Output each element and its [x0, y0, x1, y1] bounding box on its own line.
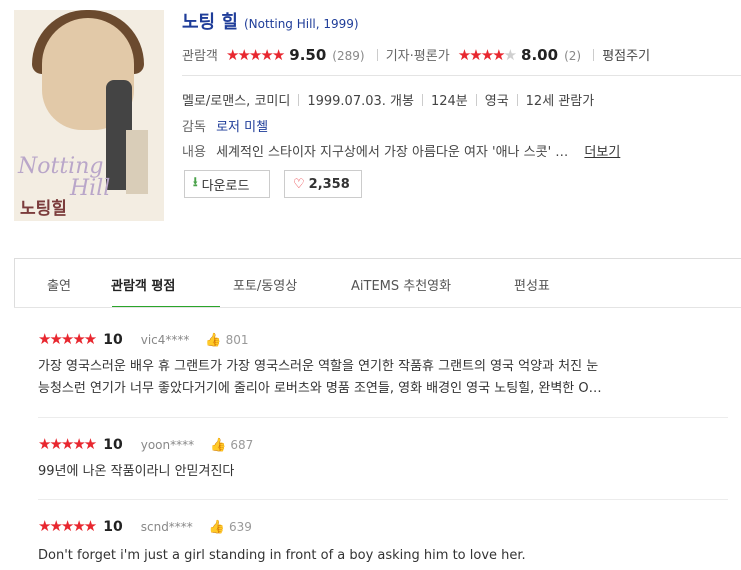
review-likes: 801	[225, 333, 249, 347]
star-icon: ★★★★★	[38, 435, 97, 453]
review-score: 10	[103, 332, 123, 348]
review-stars: ★★★★★	[38, 517, 97, 535]
thumbs-up-icon[interactable]: 👍	[205, 333, 221, 348]
review-text[interactable]: 99년에 나온 작품이라니 안믿겨진다	[38, 461, 728, 483]
star-empty-icon: ★	[503, 46, 518, 64]
audience-count: (289)	[332, 49, 365, 63]
tab-bar: 출연 관람객 평점 포토/동영상 AiTEMS 추천영화 편성표	[14, 258, 741, 308]
plot-row: 내용 세계적인 스타이자 지구상에서 가장 아름다운 여자 '애나 스콧' … …	[182, 141, 620, 160]
info-row: 멜로/로맨스, 코미디 1999.07.03. 개봉 124분 영국 12세 관람가	[182, 90, 594, 109]
heart-icon: ♡	[293, 176, 305, 192]
poster-legs	[126, 130, 148, 194]
poster-title-2: Hill	[70, 176, 111, 201]
review-text-line: Don't forget i'm just a girl standing in…	[38, 548, 526, 563]
review-divider	[38, 499, 728, 500]
download-button[interactable]: ⭳ 다운로드	[184, 170, 270, 198]
review-likes: 687	[230, 438, 254, 452]
genre[interactable]: 멜로/로맨스, 코미디	[182, 94, 290, 109]
divider	[298, 94, 300, 106]
star-icon: ★★★★★	[38, 517, 97, 535]
release-date[interactable]: 1999.07.03. 개봉	[307, 94, 414, 109]
review-text[interactable]: Don't forget i'm just a girl standing in…	[38, 545, 728, 567]
poster-title-ko: 노팅힐	[20, 199, 67, 219]
review-user: vic4****	[140, 333, 190, 347]
divider	[376, 49, 378, 61]
review-user: yoon****	[140, 438, 195, 452]
review-header: ★★★★★ 10 vic4**** 👍 801	[38, 330, 249, 348]
review-stars: ★★★★★	[38, 330, 97, 348]
review-header: ★★★★★ 10 scnd**** 👍 639	[38, 517, 252, 535]
divider	[593, 49, 595, 61]
review-user: scnd****	[140, 520, 193, 534]
like-button[interactable]: ♡ 2,358	[284, 170, 362, 198]
plot-label: 내용	[182, 145, 206, 160]
audience-label: 관람객	[182, 49, 218, 64]
tab-aitems[interactable]: AiTEMS 추천영화	[351, 275, 451, 294]
tab-audience-ratings[interactable]: 관람객 평점	[111, 275, 175, 294]
review-divider	[38, 417, 728, 418]
divider-line	[182, 75, 741, 76]
divider	[516, 94, 518, 106]
star-icon: ★★★★	[457, 46, 506, 64]
tab-cast[interactable]: 출연	[47, 275, 71, 294]
director-label: 감독	[182, 120, 206, 135]
audience-score: 9.50	[289, 46, 327, 64]
review-text-line: 능청스런 연기가 너무 좋았다거기에 줄리아 로버츠와 명품 조연들, 영화 배…	[38, 381, 602, 396]
ratings-row: 관람객 ★★★★★ 9.50 (289) 기자·평론가 ★★★★★ 8.00 (2) 평…	[182, 45, 650, 64]
critic-score: 8.00	[521, 46, 559, 64]
movie-title: 노팅 힐 (Notting Hill, 1999)	[182, 8, 359, 34]
review-score: 10	[103, 519, 123, 535]
movie-title-en: (Notting Hill, 1999)	[243, 17, 359, 31]
star-icon: ★★★★★	[226, 46, 285, 64]
rate-link[interactable]: 평점주기	[602, 49, 650, 64]
plot-text: 세계적인 스타이자 지구상에서 가장 아름다운 여자 '애나 스콧' …	[216, 145, 569, 160]
download-label: 다운로드	[201, 178, 250, 194]
review-header: ★★★★★ 10 yoon**** 👍 687	[38, 435, 253, 453]
age-rating: 12세 관람가	[525, 94, 595, 109]
review-likes: 639	[229, 520, 252, 534]
thumbs-up-icon[interactable]: 👍	[209, 520, 225, 535]
critic-label: 기자·평론가	[385, 49, 450, 64]
review-text[interactable]: 가장 영국스러운 배우 휴 그랜트가 가장 영국스러운 역할을 연기한 작품휴 …	[38, 356, 728, 400]
critic-stars: ★★★★★	[457, 46, 518, 64]
movie-poster[interactable]: Notting Hill 노팅힐	[14, 10, 164, 221]
review-score: 10	[103, 437, 123, 453]
thumbs-up-icon[interactable]: 👍	[210, 438, 226, 453]
tab-divider	[14, 307, 741, 308]
director-row: 감독 로저 미첼	[182, 116, 268, 135]
movie-title-ko[interactable]: 노팅 힐	[182, 12, 238, 33]
review-text-line: 99년에 나온 작품이라니 안믿겨진다	[38, 464, 235, 479]
download-icon: ⭳	[193, 175, 198, 190]
critic-count: (2)	[564, 49, 582, 63]
divider	[421, 94, 423, 106]
tab-photo-video[interactable]: 포토/동영상	[233, 275, 297, 294]
review-text-line: 가장 영국스러운 배우 휴 그랜트가 가장 영국스러운 역할을 연기한 작품휴 …	[38, 359, 599, 374]
runtime: 124분	[430, 94, 468, 109]
like-count: 2,358	[308, 176, 350, 192]
more-link[interactable]: 더보기	[584, 145, 620, 160]
director-link[interactable]: 로저 미첼	[216, 120, 268, 135]
audience-stars: ★★★★★	[226, 46, 285, 64]
tab-schedule[interactable]: 편성표	[514, 275, 550, 294]
divider	[475, 94, 477, 106]
star-icon: ★★★★★	[38, 330, 97, 348]
review-stars: ★★★★★	[38, 435, 97, 453]
country[interactable]: 영국	[485, 94, 509, 109]
